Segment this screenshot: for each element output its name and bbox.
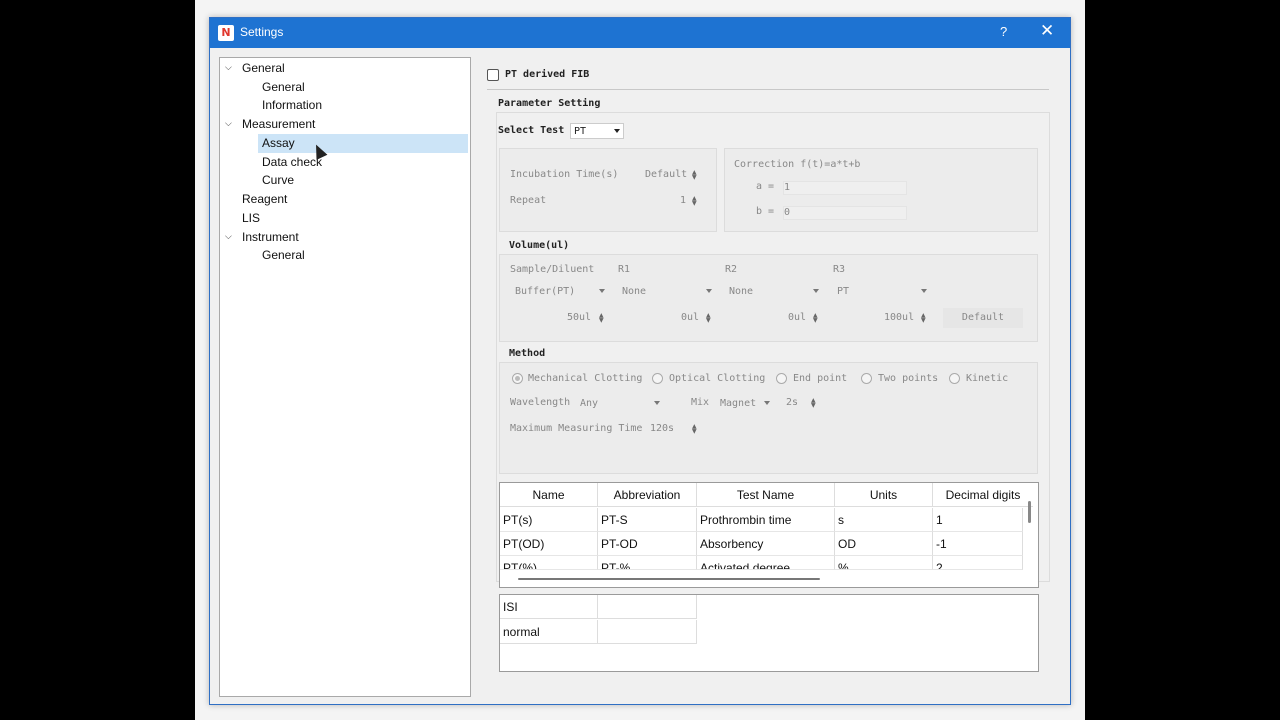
sample-diluent-label: Sample/Diluent [510, 264, 595, 275]
method-heading: Method [509, 348, 546, 359]
mix-dropdown[interactable]: Magnet [716, 395, 774, 411]
spin-arrows-icon[interactable]: ▲ ▼ [599, 313, 605, 324]
nav-item-curve[interactable]: Curve [262, 171, 294, 189]
b-label: b = [756, 206, 775, 217]
kinetic-label: Kinetic [966, 373, 1009, 384]
sample-diluent-dropdown[interactable]: Buffer(PT) [511, 283, 609, 299]
nav-item-information[interactable]: Information [262, 96, 322, 114]
wavelength-dropdown[interactable]: Any [576, 395, 664, 411]
column-header-name[interactable]: Name [500, 483, 598, 507]
incubation-group [499, 148, 717, 232]
horizontal-scrollbar[interactable] [518, 578, 820, 580]
a-input[interactable]: 1 [783, 181, 907, 195]
incubation-label: Incubation Time(s) [510, 169, 619, 180]
divider [487, 89, 1049, 90]
title-bar: N Settings ? ✕ [210, 18, 1070, 48]
radio-two-points[interactable] [861, 373, 872, 384]
nav-item-general-general[interactable]: General [262, 78, 305, 96]
a-label: a = [756, 181, 775, 192]
select-test-dropdown[interactable]: PT [570, 123, 624, 139]
two-points-label: Two points [878, 373, 939, 384]
app-icon: N [218, 25, 234, 41]
nav-item-measurement[interactable]: Measurement [242, 115, 315, 133]
chevron-down-icon [654, 401, 660, 405]
sample-volume-spinbox[interactable]: 50ul [567, 312, 591, 323]
incubation-spinbox[interactable]: Default [645, 169, 687, 180]
nav-item-general[interactable]: General [242, 59, 285, 77]
chevron-down-icon [614, 129, 620, 133]
mechanical-clotting-label: Mechanical Clotting [528, 373, 643, 384]
chevron-down-icon [921, 289, 927, 293]
mix-label: Mix [691, 397, 710, 408]
select-test-label: Select Test [498, 125, 565, 136]
vertical-scrollbar[interactable] [1028, 501, 1031, 523]
column-header-abbreviation[interactable]: Abbreviation [598, 483, 697, 507]
b-input[interactable]: 0 [783, 206, 907, 220]
chevron-down-icon [764, 401, 770, 405]
nav-item-data-check[interactable]: Data check [262, 153, 322, 171]
spin-arrows-icon[interactable]: ▲ ▼ [813, 313, 819, 324]
spin-arrows-icon[interactable]: ▲ ▼ [811, 398, 817, 409]
r1-dropdown[interactable]: None [618, 283, 716, 299]
spin-arrows-icon[interactable]: ▲ ▼ [692, 196, 698, 207]
column-header-decimal-digits[interactable]: Decimal digits [933, 483, 1033, 507]
max-measuring-time-label: Maximum Measuring Time [510, 423, 643, 434]
r3-volume-spinbox[interactable]: 100ul [884, 312, 914, 323]
radio-optical-clotting[interactable] [652, 373, 663, 384]
chevron-down-icon [706, 289, 712, 293]
radio-kinetic[interactable] [949, 373, 960, 384]
repeat-label: Repeat [510, 195, 547, 206]
chevron-down-icon [599, 289, 605, 293]
chevron-down-icon [813, 289, 819, 293]
r1-volume-spinbox[interactable]: 0ul [681, 312, 699, 323]
close-button[interactable]: ✕ [1040, 21, 1054, 41]
nav-item-reagent[interactable]: Reagent [242, 190, 287, 208]
r2-dropdown[interactable]: None [725, 283, 823, 299]
max-measuring-time-spinbox[interactable]: 120s [650, 423, 674, 434]
mix-time-spinbox[interactable]: 2s [786, 397, 798, 408]
end-point-label: End point [793, 373, 848, 384]
correction-label: Correction f(t)=a*t+b [734, 159, 861, 170]
r2-volume-spinbox[interactable]: 0ul [788, 312, 806, 323]
radio-mechanical-clotting[interactable] [512, 373, 523, 384]
window-title: Settings [240, 25, 284, 39]
spin-arrows-icon[interactable]: ▲ ▼ [921, 313, 927, 324]
nav-item-assay[interactable]: Assay [262, 134, 295, 152]
r2-label: R2 [725, 264, 738, 275]
pt-derived-fib-label: PT derived FIB [505, 69, 590, 80]
settings-nav-tree: ⌵ General General Information ⌵ Measurem… [219, 57, 471, 697]
volume-heading: Volume(ul) [509, 240, 570, 251]
r3-dropdown[interactable]: PT [833, 283, 931, 299]
spin-arrows-icon[interactable]: ▲ ▼ [692, 170, 698, 181]
chevron-down-icon[interactable]: ⌵ [225, 231, 235, 241]
test-results-table[interactable]: Name Abbreviation Test Name Units Decima… [499, 482, 1039, 588]
help-button[interactable]: ? [1000, 24, 1007, 39]
parameter-setting-heading: Parameter Setting [498, 98, 601, 109]
pt-derived-fib-checkbox[interactable] [487, 69, 499, 81]
wavelength-label: Wavelength [510, 397, 571, 408]
optical-clotting-label: Optical Clotting [669, 373, 766, 384]
r1-label: R1 [618, 264, 631, 275]
column-header-test-name[interactable]: Test Name [697, 483, 835, 507]
default-volume-button[interactable]: Default [943, 308, 1023, 328]
chevron-down-icon[interactable]: ⌵ [225, 118, 235, 128]
column-header-units[interactable]: Units [835, 483, 933, 507]
nav-item-instrument-general[interactable]: General [262, 246, 305, 264]
radio-end-point[interactable] [776, 373, 787, 384]
nav-item-instrument[interactable]: Instrument [242, 228, 299, 246]
r3-label: R3 [833, 264, 846, 275]
isi-normal-table[interactable]: ISI normal [499, 594, 1039, 672]
nav-item-lis[interactable]: LIS [242, 209, 260, 227]
spin-arrows-icon[interactable]: ▲ ▼ [706, 313, 712, 324]
repeat-spinbox[interactable]: 1 [680, 195, 686, 206]
spin-arrows-icon[interactable]: ▲ ▼ [692, 424, 698, 435]
chevron-down-icon[interactable]: ⌵ [225, 62, 235, 72]
